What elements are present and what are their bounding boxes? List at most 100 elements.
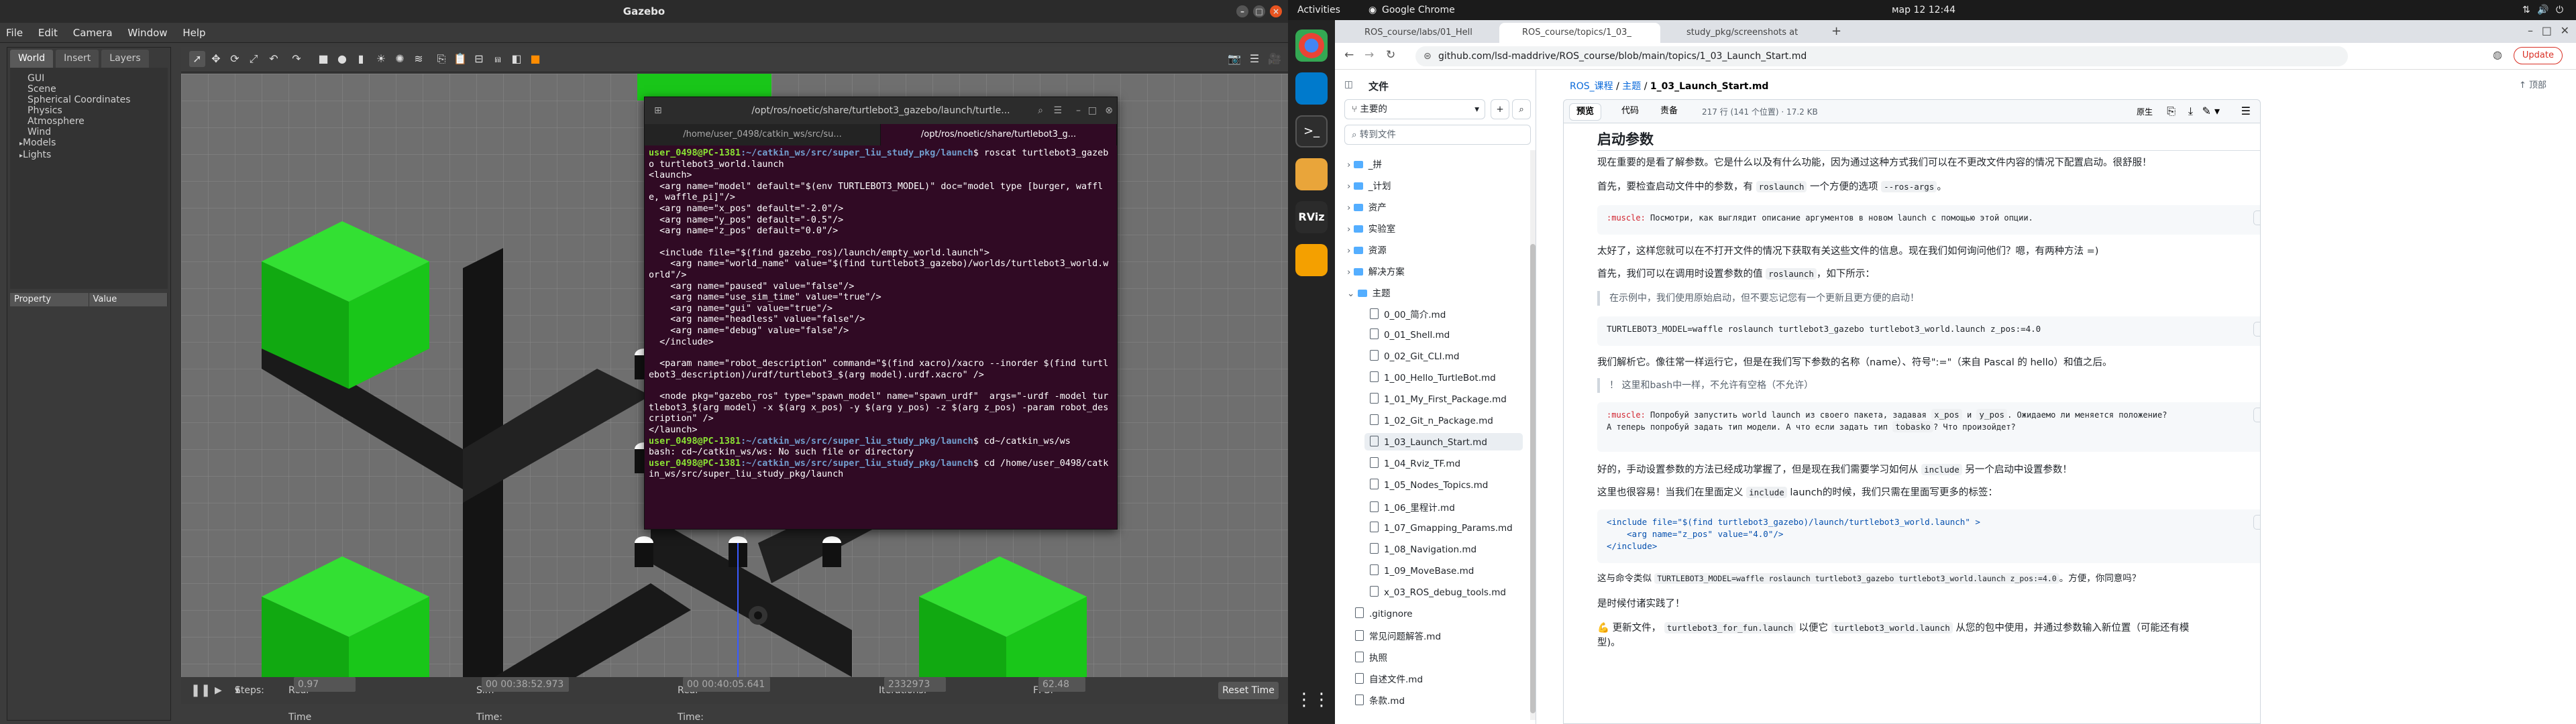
search-icon[interactable]: ⌕ xyxy=(1038,97,1043,124)
file-item[interactable]: 1_02_Git_n_Package.md xyxy=(1364,412,1523,429)
new-tab-icon[interactable]: + xyxy=(1831,24,1841,38)
tree-item-wind[interactable]: Wind xyxy=(28,127,168,137)
menu-icon[interactable]: ☰ xyxy=(1053,97,1062,124)
folder-item[interactable]: › 实验室 xyxy=(1347,221,1395,235)
close-icon[interactable]: × xyxy=(1270,5,1282,17)
file-item[interactable]: 1_08_Navigation.md xyxy=(1364,540,1523,558)
sidebar-collapse-icon[interactable]: ◫ xyxy=(1344,79,1353,90)
folder-item[interactable]: ⌄ 主题 xyxy=(1347,286,1391,299)
tree-item-physics[interactable]: Physics xyxy=(28,105,168,116)
show-apps-icon[interactable]: ⋮⋮⋮ xyxy=(1295,684,1348,716)
chrome-tab-1[interactable]: ROS_course/labs/01_Hell xyxy=(1342,23,1496,43)
menu-edit[interactable]: Edit xyxy=(32,23,64,43)
gazebo-icon[interactable] xyxy=(1295,244,1328,276)
forward-icon[interactable]: → xyxy=(1364,48,1374,62)
branch-selector[interactable]: ⑂ 主要的 ▾ xyxy=(1344,99,1485,119)
spot-light-icon[interactable]: ✺ xyxy=(392,51,408,67)
cylinder-shape-icon[interactable]: ▮ xyxy=(353,51,369,67)
tree-item-lights[interactable]: Lights xyxy=(19,149,168,162)
file-item[interactable]: 1_06_里程计.md xyxy=(1364,497,1523,516)
file-item[interactable]: 0_00_简介.md xyxy=(1364,304,1523,323)
reset-time-button[interactable]: Reset Time xyxy=(1218,682,1279,699)
folder-item[interactable]: › _拼 xyxy=(1347,157,1382,170)
screenshot-icon[interactable]: 📷 xyxy=(1226,51,1242,67)
tree-item-scene[interactable]: Scene xyxy=(28,84,168,95)
copy-icon[interactable] xyxy=(2253,515,2260,530)
scrollbar[interactable] xyxy=(1530,150,1536,720)
file-item[interactable]: 0_01_Shell.md xyxy=(1364,326,1523,343)
address-bar[interactable]: ⊜ github.com/lsd-maddrive/ROS_course/blob… xyxy=(1415,46,2348,66)
new-tab-icon[interactable]: ⊞ xyxy=(654,97,662,124)
minimize-icon[interactable]: – xyxy=(2528,24,2533,37)
tree-item-atmosphere[interactable]: Atmosphere xyxy=(28,116,168,127)
top-link[interactable]: ↑ 顶部 xyxy=(2519,78,2546,90)
back-icon[interactable]: ← xyxy=(1344,48,1354,62)
rviz-icon[interactable]: RViz xyxy=(1295,201,1328,233)
file-item[interactable]: 1_09_MoveBase.md xyxy=(1364,562,1523,579)
file-item[interactable]: 1_00_Hello_TurtleBot.md xyxy=(1364,369,1523,386)
rotate-mode-icon[interactable]: ⟳ xyxy=(227,51,243,67)
close-icon[interactable]: ✕ xyxy=(2561,24,2569,37)
files-icon[interactable] xyxy=(1295,158,1328,190)
align-icon[interactable]: ⊟ xyxy=(471,51,487,67)
chrome-icon[interactable] xyxy=(1295,29,1328,62)
redo-icon[interactable]: ↷ xyxy=(288,51,305,67)
tab-world[interactable]: World xyxy=(10,50,54,68)
change-view-icon[interactable]: ◧ xyxy=(508,51,525,67)
raw-button[interactable]: 原生 xyxy=(2137,106,2153,117)
menu-file[interactable]: File xyxy=(0,23,29,43)
terminal-icon[interactable]: >_ xyxy=(1295,115,1328,147)
copy-raw-icon[interactable]: ⎘ xyxy=(2167,105,2176,118)
network-icon[interactable]: ⇅ xyxy=(2522,0,2530,20)
folder-item[interactable]: › 解决方案 xyxy=(1347,264,1405,278)
file-item[interactable]: 0_02_Git_CLI.md xyxy=(1364,347,1523,365)
profile-icon[interactable]: ◍ xyxy=(2493,48,2502,61)
tab-preview[interactable]: 预览 xyxy=(1569,103,1602,121)
log-icon[interactable]: ☰ xyxy=(1246,51,1263,67)
file-item[interactable]: 常见问题解答.md xyxy=(1355,629,1441,642)
menu-camera[interactable]: Camera xyxy=(67,23,119,43)
update-button[interactable]: Update xyxy=(2513,47,2563,64)
file-item[interactable]: 执照 xyxy=(1355,650,1387,664)
copy-icon[interactable]: ⎘ xyxy=(433,51,449,67)
tree-item-gui[interactable]: GUI xyxy=(28,73,168,84)
steps-value[interactable]: 1 xyxy=(235,677,241,704)
file-item[interactable]: 1_04_Rviz_TF.md xyxy=(1364,455,1523,472)
turtlebot-robot[interactable] xyxy=(749,606,767,625)
volume-icon[interactable]: 🔊 xyxy=(2537,0,2548,20)
file-item[interactable]: 自述文件.md xyxy=(1355,672,1423,685)
minimize-icon[interactable]: – xyxy=(1076,97,1081,124)
tree-item-spherical[interactable]: Spherical Coordinates xyxy=(28,95,168,105)
video-record-icon[interactable]: 🎥 xyxy=(1267,51,1283,67)
terminal-tab-1[interactable]: /home/user_0498/catkin_ws/src/su... xyxy=(645,124,881,145)
maximize-icon[interactable]: □ xyxy=(2542,24,2552,37)
paste-icon[interactable]: 📋 xyxy=(452,51,468,67)
file-item[interactable]: 条款.md xyxy=(1355,693,1405,707)
point-light-icon[interactable]: ☀ xyxy=(373,51,389,67)
menu-window[interactable]: Window xyxy=(121,23,173,43)
vscode-icon[interactable] xyxy=(1295,72,1328,105)
tab-layers[interactable]: Layers xyxy=(101,50,149,68)
step-icon[interactable]: ▶ xyxy=(215,677,222,704)
directional-light-icon[interactable]: ≋ xyxy=(411,51,427,67)
breadcrumb-repo[interactable]: ROS_课程 xyxy=(1570,81,1613,92)
copy-icon[interactable] xyxy=(2253,408,2260,422)
outline-icon[interactable]: ☰ xyxy=(2241,105,2251,117)
select-mode-icon[interactable]: ➚ xyxy=(189,51,205,67)
power-icon[interactable]: ⏻ xyxy=(2556,0,2563,20)
translate-mode-icon[interactable]: ✥ xyxy=(208,51,224,67)
tab-insert[interactable]: Insert xyxy=(56,50,99,68)
menu-help[interactable]: Help xyxy=(176,23,211,43)
sphere-shape-icon[interactable]: ● xyxy=(334,51,350,67)
active-app-menu[interactable]: Google Chrome xyxy=(1382,0,1455,20)
file-item[interactable]: 1_05_Nodes_Topics.md xyxy=(1364,476,1523,493)
chrome-tab-2[interactable]: ROS_course/topics/1_03_ xyxy=(1499,23,1660,43)
folder-item[interactable]: › 资源 xyxy=(1347,243,1387,256)
scale-mode-icon[interactable]: ⤢ xyxy=(246,51,262,67)
close-icon[interactable]: ⊗ xyxy=(1105,97,1113,124)
activities-button[interactable]: Activities xyxy=(1297,0,1340,20)
pause-icon[interactable]: ❚❚ xyxy=(191,677,211,704)
tab-code[interactable]: 代码 xyxy=(1615,103,1646,119)
search-icon[interactable]: ⌕ xyxy=(1512,99,1531,119)
go-to-file-input[interactable]: ⌕ 转到文件 xyxy=(1344,125,1531,145)
